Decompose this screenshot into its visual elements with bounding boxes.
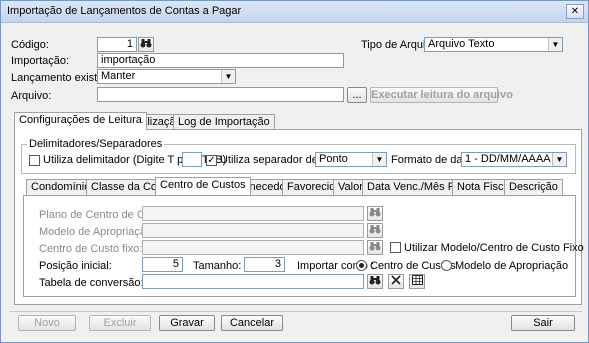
plano-cc-input[interactable]	[142, 206, 364, 221]
tabela-conversao-label: Tabela de conversão:	[39, 277, 144, 289]
subtab-descricao[interactable]: Descrição	[504, 179, 563, 195]
lancamento-value: Manter	[101, 70, 136, 82]
table-icon	[411, 275, 423, 285]
window: Importação de Lançamentos de Contas a Pa…	[0, 0, 589, 343]
utilizar-modelo-checkbox[interactable]	[390, 242, 401, 253]
radio-centro-custos[interactable]	[356, 260, 367, 271]
codigo-input[interactable]: 1	[97, 37, 137, 52]
tabela-search-button[interactable]	[367, 274, 383, 289]
arquivo-label: Arquivo:	[11, 90, 52, 102]
modelo-apropriacao-label: Modelo de Apropriação:	[39, 226, 156, 238]
executar-leitura-button[interactable]: Executar leitura do arquivo	[370, 87, 513, 103]
utiliza-separador-checkbox[interactable]: ✓	[206, 155, 217, 166]
novo-button[interactable]: Novo	[18, 315, 76, 331]
codigo-search-button[interactable]	[138, 37, 154, 52]
plano-cc-search-button[interactable]	[367, 206, 383, 221]
browse-button[interactable]: ...	[347, 87, 367, 103]
binoculars-icon	[140, 39, 152, 48]
codigo-label: Código:	[11, 39, 49, 51]
tab-configuracoes[interactable]: Configurações de Leitura	[14, 112, 147, 130]
binoculars-icon	[369, 225, 381, 234]
cc-fixo-input[interactable]	[142, 240, 364, 255]
arquivo-input[interactable]	[97, 87, 344, 102]
posicao-inicial-label: Posição inicial:	[39, 260, 112, 272]
formato-data-value: 1 - DD/MM/AAAA	[465, 153, 551, 165]
delimitadores-legend: Delimitadores/Separadores	[27, 138, 165, 150]
tabela-clear-button[interactable]	[388, 274, 404, 289]
separador-value: Ponto	[319, 153, 348, 165]
radio-modelo-apropriacao-label: Modelo de Apropriação	[455, 260, 569, 272]
binoculars-icon	[369, 242, 381, 251]
utilizar-modelo-label: Utilizar Modelo/Centro de Custo Fixo	[404, 242, 584, 254]
close-button[interactable]: ✕	[566, 4, 584, 19]
excluir-button[interactable]: Excluir	[89, 315, 151, 331]
importacao-input[interactable]: importação	[97, 53, 344, 68]
title-bar: Importação de Lançamentos de Contas a Pa…	[1, 1, 588, 23]
tipo-arquivo-select[interactable]: Arquivo Texto ▼	[424, 37, 563, 52]
chevron-down-icon: ▼	[221, 70, 235, 83]
binoculars-icon	[369, 208, 381, 217]
lancamento-select[interactable]: Manter ▼	[97, 69, 236, 84]
chevron-down-icon: ▼	[552, 153, 566, 166]
separador-select[interactable]: Ponto ▼	[315, 152, 387, 167]
tabela-edit-button[interactable]	[409, 274, 425, 289]
radio-modelo-apropriacao[interactable]	[441, 260, 452, 271]
chevron-down-icon: ▼	[548, 38, 562, 51]
tipo-arquivo-value: Arquivo Texto	[428, 38, 495, 50]
chevron-down-icon: ▼	[372, 153, 386, 166]
footer-divider	[9, 311, 582, 312]
binoculars-icon	[369, 276, 381, 285]
cancelar-button[interactable]: Cancelar	[221, 315, 283, 331]
cc-fixo-label: Centro de Custo fixo:	[39, 243, 143, 255]
cc-fixo-search-button[interactable]	[367, 240, 383, 255]
tamanho-label: Tamanho:	[193, 260, 242, 272]
sair-button[interactable]: Sair	[511, 315, 575, 331]
x-icon	[391, 275, 401, 285]
tamanho-input[interactable]: 3	[244, 257, 285, 272]
tab-log[interactable]: Log de Importação	[173, 114, 275, 130]
delimitador-input[interactable]	[182, 152, 202, 167]
posicao-inicial-input[interactable]: 5	[142, 257, 183, 272]
tabela-conversao-input[interactable]	[142, 274, 364, 289]
formato-data-select[interactable]: 1 - DD/MM/AAAA ▼	[461, 152, 567, 167]
modelo-apropriacao-search-button[interactable]	[367, 223, 383, 238]
utiliza-delimitador-checkbox[interactable]	[29, 155, 40, 166]
importacao-label: Importação:	[11, 55, 70, 67]
window-title: Importação de Lançamentos de Contas a Pa…	[7, 5, 242, 17]
gravar-button[interactable]: Gravar	[159, 315, 215, 331]
subtab-centro-custos[interactable]: Centro de Custos	[155, 177, 251, 195]
modelo-apropriacao-input[interactable]	[142, 223, 364, 238]
